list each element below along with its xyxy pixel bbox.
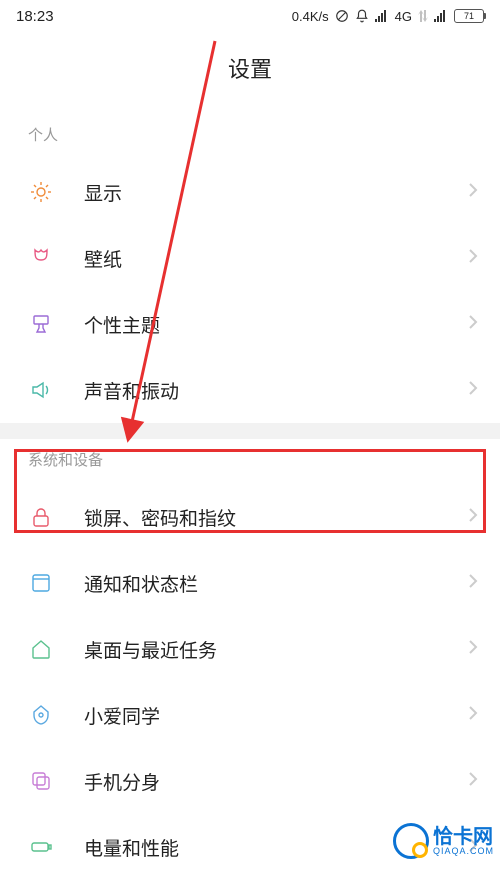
notification-bar-icon (28, 570, 54, 596)
settings-row-label: 锁屏、密码和指纹 (84, 504, 468, 531)
settings-row-home[interactable]: 桌面与最近任务 (0, 616, 500, 682)
settings-row-label: 声音和振动 (84, 377, 468, 404)
chevron-right-icon (468, 705, 478, 726)
section-label-system: 系统和设备 (0, 439, 500, 484)
settings-row-label: 通知和状态栏 (84, 570, 468, 597)
chevron-right-icon (468, 639, 478, 660)
chevron-right-icon (468, 573, 478, 594)
xiaoai-icon (28, 702, 54, 728)
battery-icon: 71 (454, 9, 484, 23)
brush-icon (28, 311, 54, 337)
section-label-personal: 个人 (0, 114, 500, 159)
chevron-right-icon (468, 314, 478, 335)
bell-icon (355, 9, 369, 23)
settings-row-wallpaper[interactable]: 壁纸 (0, 225, 500, 291)
settings-row-label: 显示 (84, 179, 468, 206)
watermark: 恰卡网 QIAQA.COM (393, 823, 494, 859)
page-title: 设置 (0, 32, 500, 114)
settings-row-label: 手机分身 (84, 768, 468, 795)
settings-row-label: 个性主题 (84, 311, 468, 338)
status-net-speed: 0.4K/s (292, 9, 329, 24)
chevron-right-icon (468, 248, 478, 269)
settings-row-lockscreen[interactable]: 锁屏、密码和指纹 (0, 484, 500, 550)
chevron-right-icon (468, 771, 478, 792)
settings-row-display[interactable]: 显示 (0, 159, 500, 225)
status-right: 0.4K/s 4G 71 (292, 9, 484, 24)
tulip-icon (28, 245, 54, 271)
watermark-logo-icon (393, 823, 429, 859)
signal-icon-2 (434, 10, 448, 22)
settings-row-notifications[interactable]: 通知和状态栏 (0, 550, 500, 616)
settings-row-second-space[interactable]: 手机分身 (0, 748, 500, 814)
data-arrows-icon (418, 10, 428, 22)
battery-perf-icon (28, 834, 54, 860)
chevron-right-icon (468, 182, 478, 203)
watermark-name: 恰卡网 (433, 827, 494, 847)
lock-icon (28, 504, 54, 530)
home-icon (28, 636, 54, 662)
signal-icon-1 (375, 10, 389, 22)
clone-icon (28, 768, 54, 794)
settings-row-xiaoai[interactable]: 小爱同学 (0, 682, 500, 748)
sun-icon (28, 179, 54, 205)
speaker-icon (28, 377, 54, 403)
settings-row-label: 小爱同学 (84, 702, 468, 729)
settings-row-label: 壁纸 (84, 245, 468, 272)
dnd-icon (335, 9, 349, 23)
chevron-right-icon (468, 507, 478, 528)
chevron-right-icon (468, 380, 478, 401)
settings-row-themes[interactable]: 个性主题 (0, 291, 500, 357)
settings-row-sound[interactable]: 声音和振动 (0, 357, 500, 423)
section-divider (0, 423, 500, 439)
watermark-url: QIAQA.COM (433, 847, 494, 856)
status-bar: 18:23 0.4K/s 4G 71 (0, 0, 500, 32)
status-network: 4G (395, 9, 412, 24)
settings-row-label: 桌面与最近任务 (84, 636, 468, 663)
status-time: 18:23 (16, 8, 54, 25)
